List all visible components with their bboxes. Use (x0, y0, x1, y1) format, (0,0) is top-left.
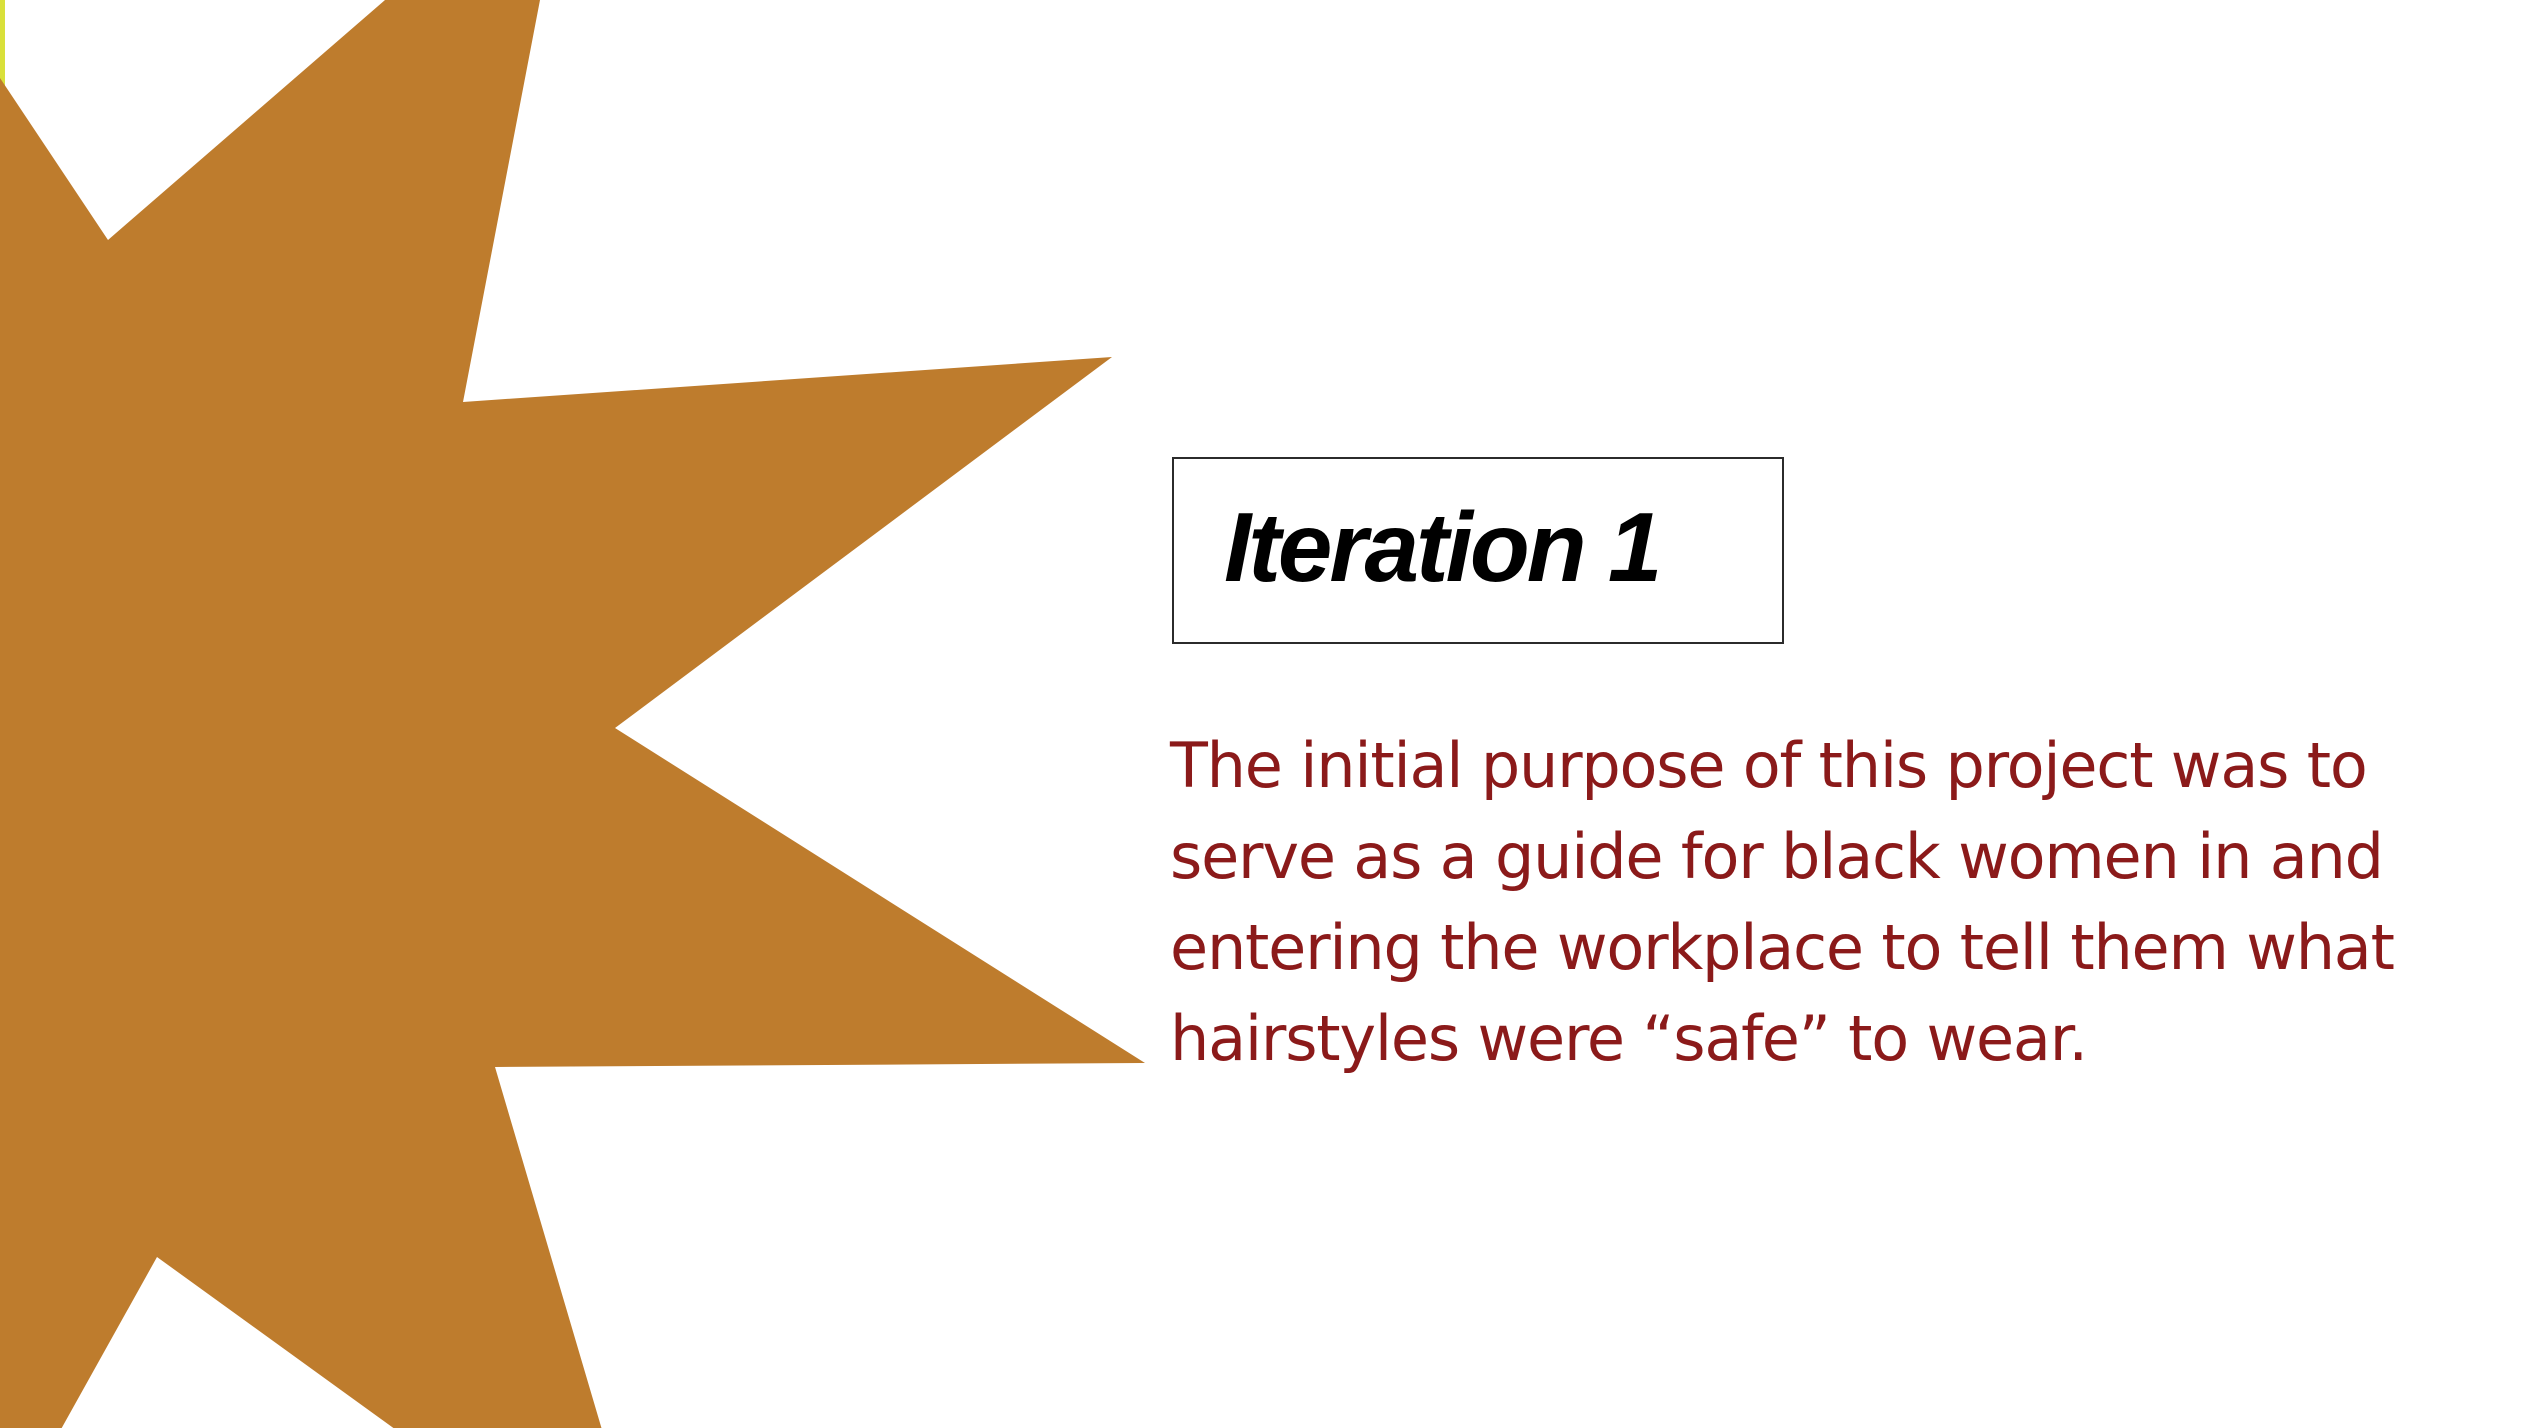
star-burst-decoration (0, 0, 1145, 1428)
title-box: Iteration 1 (1172, 457, 1784, 644)
star-shape (0, 0, 1145, 1428)
slide: Iteration 1 The initial purpose of this … (0, 0, 2548, 1428)
slide-body-text: The initial purpose of this project was … (1170, 729, 2395, 1075)
slide-title: Iteration 1 (1224, 492, 1662, 602)
